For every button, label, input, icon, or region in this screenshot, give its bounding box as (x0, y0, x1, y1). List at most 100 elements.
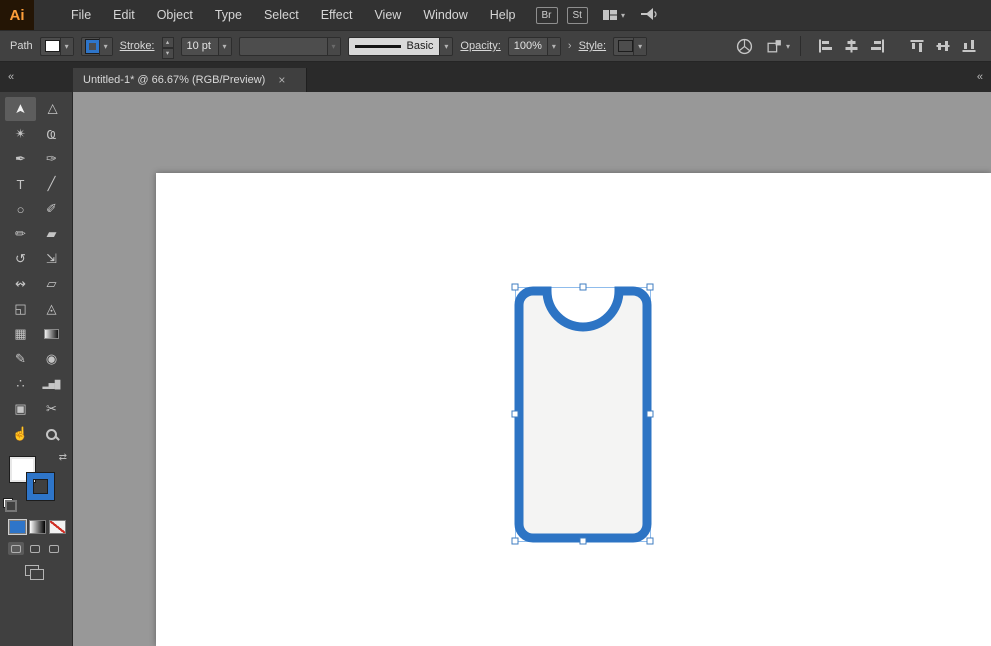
shaper-tool[interactable]: ✏ (5, 222, 36, 246)
paintbrush-tool[interactable]: ✐ (36, 197, 67, 221)
selection-handle-middle-right[interactable] (647, 411, 653, 417)
column-graph-tool[interactable]: ▂▅█ (36, 372, 67, 396)
fill-color-dropdown[interactable]: ▾ (40, 37, 74, 56)
blend-tool[interactable]: ◉ (36, 347, 67, 371)
align-horizontal-center-icon[interactable] (844, 39, 859, 53)
swap-fill-stroke-button[interactable]: ⇄ (59, 452, 67, 463)
context-label: Path (10, 40, 33, 52)
perspective-grid-icon: ◬ (47, 301, 57, 317)
gradient-tool[interactable] (36, 322, 67, 346)
stroke-panel-link[interactable]: Stroke: (120, 40, 155, 52)
perspective-grid-tool[interactable]: ◬ (36, 297, 67, 321)
style-panel-link[interactable]: Style: (579, 40, 607, 52)
menu-select[interactable]: Select (253, 0, 310, 30)
width-tool[interactable]: ↭ (5, 272, 36, 296)
align-bottom-icon[interactable] (962, 39, 977, 53)
selection-handle-top-left[interactable] (512, 284, 518, 290)
width-profile-dropdown[interactable]: Basic ▾ (348, 37, 454, 56)
magic-wand-tool[interactable]: ✴ (5, 122, 36, 146)
align-top-icon[interactable] (910, 39, 925, 53)
direct-selection-arrow-icon: ▷ (44, 104, 60, 114)
curvature-tool[interactable]: ✑ (36, 147, 67, 171)
selection-handle-top-right[interactable] (647, 284, 653, 290)
brush-definition-dropdown[interactable]: ▾ (239, 37, 341, 56)
rotate-tool[interactable]: ↺ (5, 247, 36, 271)
menu-object[interactable]: Object (146, 0, 204, 30)
eraser-tool[interactable]: ▰ (36, 222, 67, 246)
opacity-panel-link[interactable]: Opacity: (460, 40, 500, 52)
stroke-weight-stepper[interactable]: ▴ ▾ (162, 37, 174, 56)
stroke-profile-line-icon (355, 45, 401, 48)
rotate-icon: ↺ (15, 251, 26, 267)
draw-inside-button[interactable] (46, 542, 62, 555)
eyedropper-tool[interactable]: ✎ (5, 347, 36, 371)
stepper-down-icon[interactable]: ▾ (162, 48, 174, 59)
menu-file[interactable]: File (60, 0, 102, 30)
color-wheel-icon (736, 38, 753, 55)
selection-handle-top-center[interactable] (580, 284, 586, 290)
selection-tool[interactable]: ➤ (5, 97, 36, 121)
stroke-swatch[interactable] (27, 473, 54, 500)
artwork-overlay (73, 92, 991, 646)
graphic-style-dropdown[interactable]: ▾ (613, 37, 647, 56)
magic-wand-icon: ✴ (15, 126, 26, 142)
pen-tool[interactable]: ✒ (5, 147, 36, 171)
opacity-panel-arrow[interactable]: › (568, 40, 572, 52)
gradient-mode-button[interactable] (29, 520, 46, 534)
menu-effect[interactable]: Effect (310, 0, 364, 30)
type-tool[interactable]: T (5, 172, 36, 196)
stroke-color-dropdown[interactable]: ▾ (81, 37, 113, 56)
free-transform-tool[interactable]: ▱ (36, 272, 67, 296)
mesh-tool[interactable]: ▦ (5, 322, 36, 346)
selection-handle-middle-left[interactable] (512, 411, 518, 417)
menu-window[interactable]: Window (412, 0, 478, 30)
workspace-switcher[interactable]: ▾ (602, 8, 625, 22)
share-icon (639, 7, 658, 23)
tab-close-button[interactable]: × (278, 73, 285, 87)
symbol-sprayer-tool[interactable]: ∴ (5, 372, 36, 396)
zoom-tool[interactable] (36, 422, 67, 446)
chevron-down-icon: ▾ (439, 38, 452, 55)
transform-options-button[interactable]: ▾ (763, 39, 793, 54)
fill-stroke-indicator: ⇄ (0, 452, 72, 514)
none-mode-button[interactable] (49, 520, 66, 534)
toolbar-collapse-button[interactable]: « (0, 62, 73, 92)
color-mode-button[interactable] (9, 520, 26, 534)
artboard-tool[interactable]: ▣ (5, 397, 36, 421)
shape-builder-icon: ◱ (14, 301, 26, 317)
draw-normal-button[interactable] (8, 542, 24, 555)
panel-dock-collapse-button[interactable]: « (977, 62, 991, 92)
slice-tool[interactable]: ✂ (36, 397, 67, 421)
menu-type[interactable]: Type (204, 0, 253, 30)
menu-help[interactable]: Help (479, 0, 527, 30)
stroke-weight-combo[interactable]: 10 pt ▾ (181, 37, 232, 56)
stock-button[interactable]: St (567, 7, 588, 24)
direct-selection-tool[interactable]: ▷ (36, 97, 67, 121)
selection-handle-bottom-left[interactable] (512, 538, 518, 544)
selection-handle-bottom-right[interactable] (647, 538, 653, 544)
phone-shape-path[interactable] (519, 291, 647, 538)
document-tab[interactable]: Untitled-1* @ 66.67% (RGB/Preview) × (73, 68, 307, 92)
selection-handle-bottom-center[interactable] (580, 538, 586, 544)
line-segment-tool[interactable]: ╱ (36, 172, 67, 196)
align-left-icon[interactable] (818, 39, 833, 53)
ellipse-tool[interactable]: ○ (5, 197, 36, 221)
shape-builder-tool[interactable]: ◱ (5, 297, 36, 321)
scale-tool[interactable]: ⇲ (36, 247, 67, 271)
menu-edit[interactable]: Edit (102, 0, 146, 30)
draw-behind-button[interactable] (27, 542, 43, 555)
chevron-down-icon: ▾ (327, 38, 340, 55)
bridge-button[interactable]: Br (536, 7, 558, 24)
default-fill-stroke-button[interactable] (3, 498, 17, 512)
align-right-icon[interactable] (870, 39, 885, 53)
hand-tool[interactable]: ☝ (5, 422, 36, 446)
menu-view[interactable]: View (363, 0, 412, 30)
stepper-up-icon[interactable]: ▴ (162, 37, 174, 48)
recolor-artwork-button[interactable] (733, 38, 756, 55)
screen-mode-button[interactable] (25, 565, 47, 581)
share-button[interactable] (639, 7, 658, 23)
canvas-area[interactable] (73, 92, 991, 646)
align-vertical-center-icon[interactable] (936, 39, 951, 53)
lasso-tool[interactable]: Ҩ (36, 122, 67, 146)
opacity-combo[interactable]: 100% ▾ (508, 37, 561, 56)
